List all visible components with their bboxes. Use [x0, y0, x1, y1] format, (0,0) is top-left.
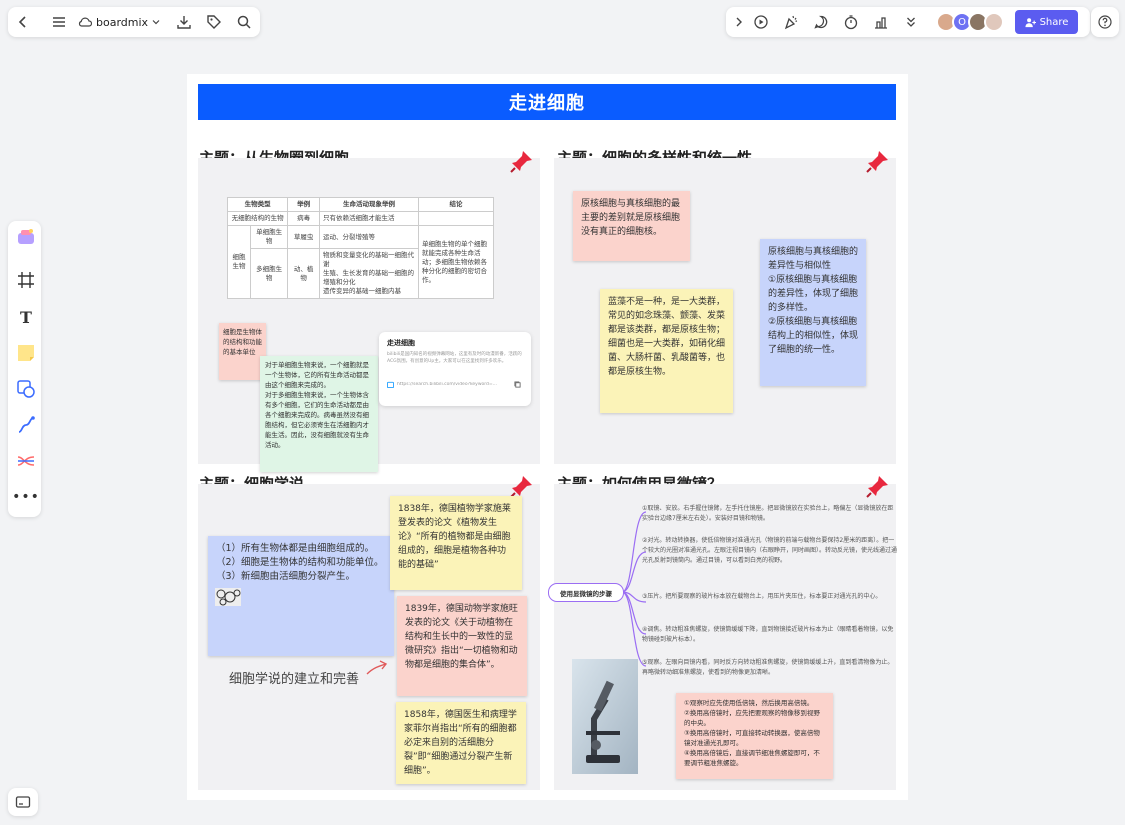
- sticky-note-yellow[interactable]: 蓝藻不是一种，是一大类群，常见的如念珠藻、颤藻、发菜都是该类群，都是原核生物；细…: [600, 289, 733, 413]
- comment-icon[interactable]: [810, 11, 832, 33]
- board-banner: 走进细胞: [198, 84, 896, 120]
- board-title: 走进细胞: [509, 93, 585, 114]
- tool-sidebar: T •••: [8, 221, 41, 517]
- chevron-down-icon: [152, 20, 160, 25]
- collab-toolbar: O Share: [726, 7, 1090, 37]
- microscope-image: [572, 659, 638, 774]
- pen-icon[interactable]: [14, 413, 38, 437]
- connector-icon[interactable]: [14, 449, 38, 473]
- table-cell: 多细胞生物: [249, 248, 289, 299]
- chevron-right-icon[interactable]: [728, 11, 750, 33]
- mindmap-step[interactable]: ⑤观察。左眼向目镜内看，同时反方向转动粗准焦螺旋，使镜筒缓缓上升，直到看清物像为…: [642, 658, 898, 678]
- vote-icon[interactable]: [870, 11, 892, 33]
- mindmap-root[interactable]: 使用显微镜的步骤: [548, 583, 624, 602]
- present-icon[interactable]: [750, 11, 772, 33]
- table-cell: 细胞生物: [227, 225, 251, 299]
- table-header: 结论: [418, 197, 494, 212]
- link-card-title: 走进细胞: [387, 339, 415, 347]
- text-icon[interactable]: T: [14, 305, 38, 329]
- table-header: 生物类型: [226, 197, 289, 212]
- workspace-selector[interactable]: boardmix: [78, 14, 160, 30]
- bilibili-icon: [387, 381, 394, 388]
- link-card[interactable]: 走进细胞 bilibili是国内知名的视频弹幕网站，这里有及时的动漫新番，活跃的…: [379, 332, 531, 406]
- biology-table: 生物类型 举例 生命活动现象举例 结论 无细胞结构的生物 病毒 只有依赖活细胞才…: [226, 197, 494, 299]
- celebrate-icon[interactable]: [780, 11, 802, 33]
- sticky-note-yellow[interactable]: 1858年，德国医生和病理学家菲尔肖指出“所有的细胞都必定来自别的活细胞分裂”即…: [396, 702, 526, 784]
- link-card-desc: bilibili是国内知名的视频弹幕网站，这里有及时的动漫新番，活跃的ACG氛围…: [387, 352, 522, 364]
- mindmap-step[interactable]: ①取镜、安放。右手握住镜臂，左手托住镜座。把显微镜放在实验台上，略偏左（显微镜放…: [642, 504, 898, 524]
- cells-image: [215, 588, 241, 606]
- mindmap-step[interactable]: ③压片。把所要观察的玻片标本放在载物台上，用压片夹压住，标本要正对通光孔的中心。: [642, 592, 898, 602]
- sticky-note-pink[interactable]: 细胞是生物体的结构和功能的基本单位: [219, 323, 266, 380]
- more-tools-icon[interactable]: •••: [12, 485, 39, 509]
- pin-icon: [866, 476, 888, 498]
- collaborator-avatar[interactable]: [984, 12, 1004, 32]
- table-cell: 单细胞生物的单个细胞就能完成各种生命活动；多细胞生物依赖各种分化的细胞的密切合作…: [418, 225, 494, 299]
- table-cell: [418, 211, 494, 226]
- minimap-panel: [8, 788, 38, 816]
- download-icon[interactable]: [173, 11, 195, 33]
- sticky-note-pink[interactable]: 原核细胞与真核细胞的最主要的差别就是原核细胞没有真正的细胞核。: [573, 191, 690, 261]
- table-cell: 动、植物: [287, 248, 320, 299]
- table-cell: 病毒: [287, 211, 320, 226]
- frame-icon[interactable]: [14, 268, 38, 292]
- table-cell: 无细胞结构的生物: [226, 211, 289, 226]
- sticky-note-icon[interactable]: [14, 341, 38, 365]
- table-cell: 单细胞生物: [249, 225, 289, 249]
- table-cell: 物质和变量变化的基础一细胞代谢 生殖、生长发育的基础一细胞的增殖和分化 遗传变异…: [319, 248, 419, 299]
- sticky-note-blue[interactable]: 原核细胞与真核细胞的差异性与相似性 ①原核细胞与真核细胞的差异性，体现了细胞的多…: [760, 239, 866, 386]
- more-chevron-icon[interactable]: [900, 11, 922, 33]
- table-cell: 只有依赖活细胞才能生活: [319, 211, 419, 226]
- pin-icon: [510, 151, 532, 173]
- mindmap-step[interactable]: ④调焦。转动粗准焦螺旋，使镜筒缓缓下降，直到物镜接近玻片标本为止（眼睛看着物镜，…: [642, 625, 898, 645]
- ai-templates-icon[interactable]: [14, 225, 38, 249]
- table-header: 生命活动现象举例: [319, 197, 419, 212]
- mindmap-step[interactable]: ②对光。转动转换器，使低倍物镜对准通光孔（物镜的前端与载物台要保持2厘米的距离）…: [642, 536, 898, 566]
- sticky-note-yellow[interactable]: 1838年，德国植物学家施莱登发表的论文《植物发生论》“所有的植物都是由细胞组成…: [390, 496, 522, 590]
- link-card-url[interactable]: https://search.bilibili.com/video?keywor…: [397, 382, 511, 387]
- share-label: Share: [1039, 16, 1069, 28]
- table-header: 举例: [287, 197, 320, 212]
- cloud-icon: [78, 17, 92, 27]
- share-button[interactable]: Share: [1015, 10, 1078, 34]
- avatar-initial: O: [958, 16, 966, 28]
- main-toolbar: boardmix: [8, 7, 260, 37]
- search-icon[interactable]: [233, 11, 255, 33]
- arrow-icon: [366, 660, 388, 675]
- sticky-note-green[interactable]: 对于单细胞生物来说，一个细胞就是一个生物体，它的所有生命活动都是由这个细胞来完成…: [260, 356, 378, 472]
- tag-icon[interactable]: [203, 11, 225, 33]
- help-icon[interactable]: [1094, 11, 1116, 33]
- menu-icon[interactable]: [48, 11, 70, 33]
- mindmap-connectors: [622, 511, 647, 667]
- board-frame[interactable]: 走进细胞 主题：从生物圈到细胞 生物类型 举例 生命活动现象举例 结论 无细胞结…: [187, 74, 908, 800]
- copy-icon[interactable]: [514, 381, 521, 388]
- shape-icon[interactable]: [14, 377, 38, 401]
- table-cell: 草履虫: [287, 225, 320, 249]
- cell-theory-caption: 细胞学说的建立和完善: [229, 672, 360, 687]
- back-icon[interactable]: [12, 11, 34, 33]
- timer-icon[interactable]: [840, 11, 862, 33]
- minimap-icon[interactable]: [12, 791, 34, 813]
- sticky-note-pink[interactable]: 1839年，德国动物学家施旺发表的论文《关于动植物在结构和生长中的一致性的显微研…: [397, 596, 527, 696]
- pin-icon: [866, 151, 888, 173]
- sticky-note-pink[interactable]: ①观察时应先使用低倍镜，然后换用高倍镜。 ②换用高倍镜时，应先把要观察的物像移到…: [676, 693, 833, 779]
- workspace-name: boardmix: [96, 15, 149, 29]
- help-panel: [1091, 7, 1119, 37]
- add-user-icon: [1025, 17, 1036, 27]
- table-cell: 运动、分裂增殖等: [319, 225, 419, 249]
